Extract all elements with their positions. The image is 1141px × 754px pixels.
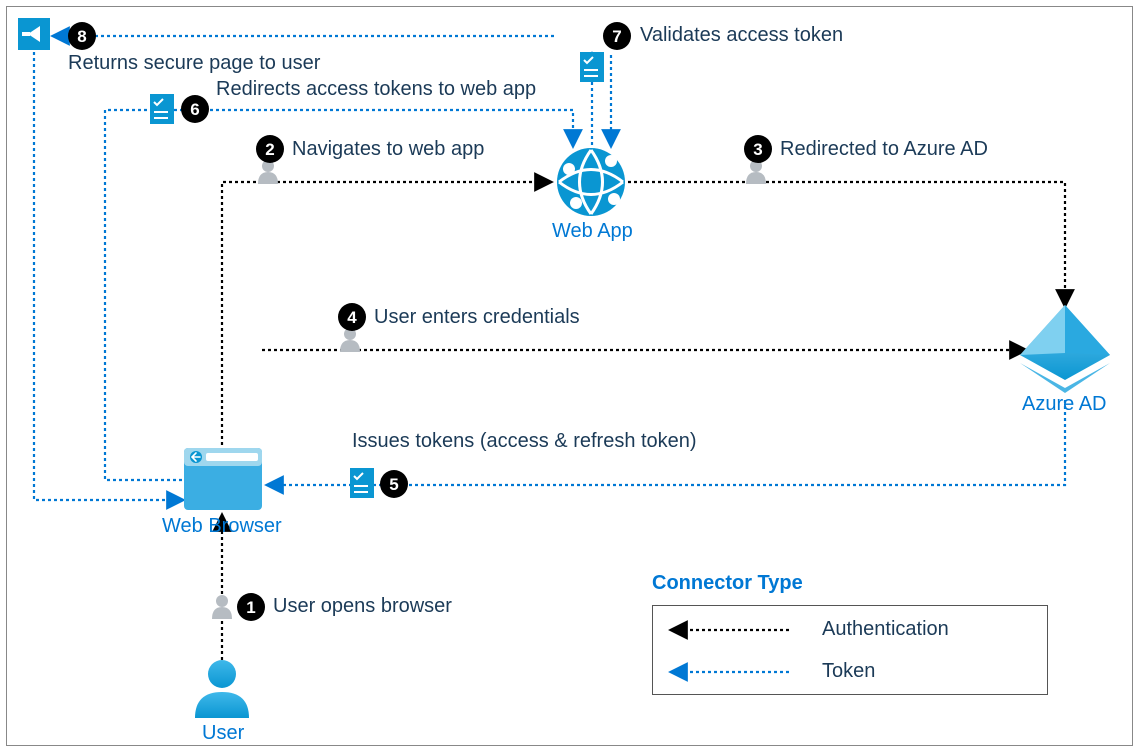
step-badge-1: 1 — [237, 593, 265, 621]
step-label-4: User enters credentials — [374, 306, 580, 329]
step-label-5: Issues tokens (access & refresh token) — [352, 430, 697, 453]
step-label-6: Redirects access tokens to web app — [216, 78, 536, 101]
step-badge-8: 8 — [68, 22, 96, 50]
step-badge-2: 2 — [256, 135, 284, 163]
legend-title: Connector Type — [652, 572, 803, 595]
legend-token-label: Token — [822, 660, 875, 683]
step-badge-5: 5 — [380, 470, 408, 498]
step-label-1: User opens browser — [273, 595, 452, 618]
step-label-8: Returns secure page to user — [68, 52, 320, 75]
step-badge-3: 3 — [744, 135, 772, 163]
step-label-2: Navigates to web app — [292, 138, 484, 161]
step-label-7: Validates access token — [640, 24, 843, 47]
step-badge-6: 6 — [181, 95, 209, 123]
node-label-web-app: Web App — [552, 220, 633, 243]
step-badge-4: 4 — [338, 303, 366, 331]
step-label-3: Redirected to Azure AD — [780, 138, 988, 161]
node-label-user: User — [202, 722, 244, 745]
node-label-web-browser: Web Browser — [162, 515, 282, 538]
node-label-azure-ad: Azure AD — [1022, 393, 1106, 416]
step-badge-7: 7 — [603, 22, 631, 50]
legend-authentication-label: Authentication — [822, 618, 949, 641]
